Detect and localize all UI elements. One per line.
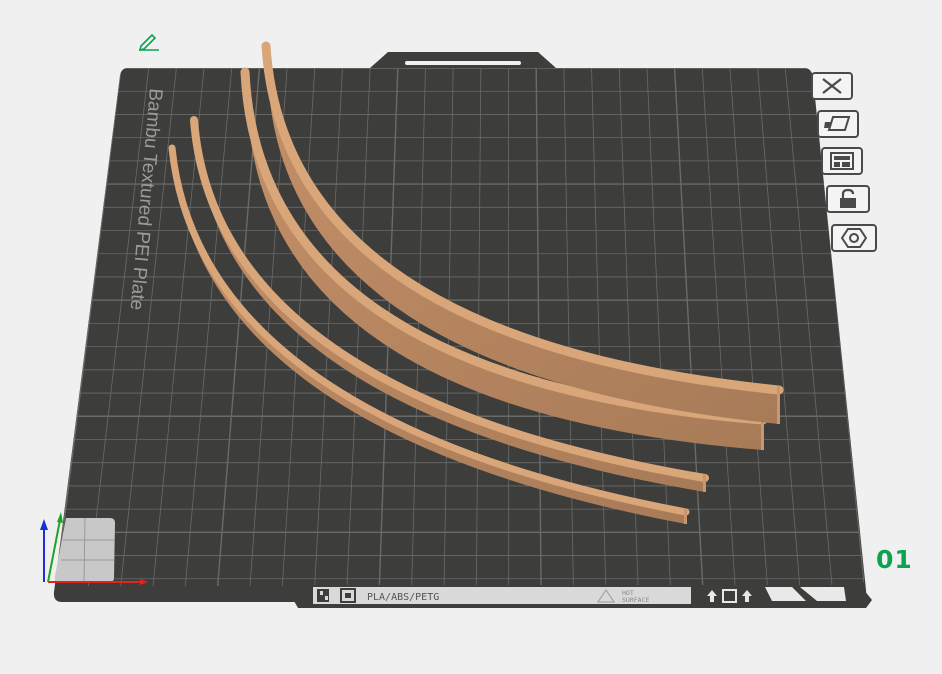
plate-number[interactable]: 01 [876,545,913,574]
lock-plate-button[interactable] [826,185,870,213]
filament-label: PLA/ABS/PETG [367,592,439,603]
remove-plate-button[interactable] [811,72,853,100]
3d-viewport[interactable]: PLA/ABS/PETG HOT SURFACE Bambu Textured … [0,0,942,674]
auto-orient-button[interactable] [817,110,859,138]
arrange-button[interactable] [821,147,863,175]
warning-label-line2: SURFACE [622,596,649,604]
plate-settings-button[interactable] [831,224,877,252]
orient-icon [824,116,851,131]
close-icon [822,78,842,94]
unlock-icon [840,188,856,208]
plate-top-tab [370,52,556,68]
bambu-logo-icon [317,589,329,602]
arrange-icon [830,152,854,170]
edit-plate-name-icon[interactable] [136,32,162,52]
settings-hex-icon [841,228,867,248]
plate-tab-slot [405,61,521,65]
